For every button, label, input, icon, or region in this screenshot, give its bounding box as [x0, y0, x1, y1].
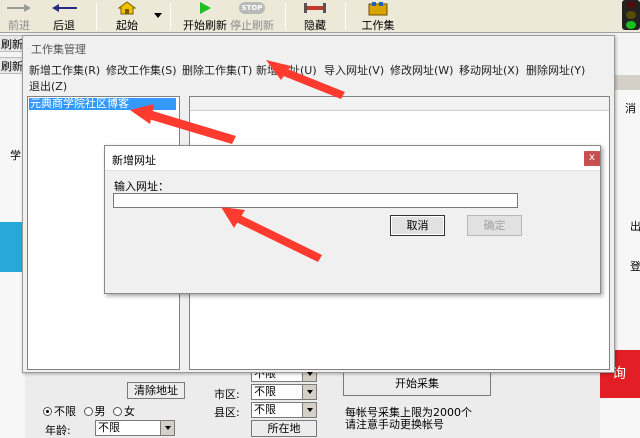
workset-label: 工作集 [361, 19, 395, 32]
workset-button[interactable]: 工作集 [360, 0, 396, 33]
hide-label: 隐藏 [304, 19, 326, 32]
main-toolbar: 前进 后退 起始 开始刷新 STOP 停止刷新 隐藏 工作集 [0, 0, 640, 33]
back-label: 前进 [8, 19, 30, 32]
forward-label: 后退 [53, 19, 75, 32]
chevron-down-icon [307, 372, 313, 376]
forward-button[interactable]: 后退 [48, 0, 80, 33]
gender-female-radio[interactable] [113, 407, 122, 416]
gender-male-label: 男 [94, 405, 106, 418]
county-label: 县区: [214, 406, 240, 419]
dialog-titlebar: 新增网址 x [105, 146, 600, 171]
location-button[interactable]: 所在地 [251, 420, 317, 437]
age-select[interactable]: 不限 [95, 420, 175, 436]
menu-delete-workset[interactable]: 删除工作集(T) [182, 62, 252, 78]
age-label: 年龄: [45, 424, 71, 437]
url-input[interactable] [113, 193, 518, 208]
chevron-down-icon [307, 390, 313, 394]
toolbar-separator [345, 3, 346, 30]
gender-male-radio[interactable] [83, 407, 93, 416]
menu-move-url[interactable]: 移动网址(X) [459, 62, 519, 78]
stop-refresh-button[interactable]: STOP 停止刷新 [230, 0, 274, 33]
menu-import-url[interactable]: 导入网址(V) [324, 62, 384, 78]
gender-any-radio[interactable] [43, 407, 52, 416]
list-header [190, 97, 609, 111]
home-dropdown-icon[interactable] [154, 13, 162, 18]
menu-delete-url[interactable]: 删除网址(Y) [526, 62, 585, 78]
toolbar-separator [96, 3, 97, 30]
city-label: 市区: [214, 388, 240, 401]
back-button[interactable]: 前进 [3, 0, 35, 33]
side-text: 消 [625, 102, 636, 115]
county-select[interactable]: 不限 [251, 402, 317, 418]
toolbar-separator [170, 3, 171, 30]
add-url-dialog: 新增网址 x 输入网址： 取消 确定 [104, 145, 601, 294]
collect-note: 请注意手动更换帐号 [345, 418, 444, 431]
url-input-label: 输入网址： [114, 180, 169, 193]
cancel-button[interactable]: 取消 [390, 215, 445, 236]
chevron-down-icon [165, 426, 171, 430]
close-button[interactable]: x [584, 151, 600, 166]
traffic-light-icon [622, 0, 640, 30]
side-text: 学 [10, 149, 21, 162]
arrow-left-icon [48, 0, 80, 16]
gender-female-label: 女 [124, 405, 135, 418]
play-icon [183, 0, 227, 16]
hide-button[interactable]: 隐藏 [300, 0, 330, 33]
side-text: 出 [630, 220, 640, 233]
gender-any-label: 不限 [54, 405, 76, 418]
side-text: 登 [630, 260, 640, 273]
menu-edit-url[interactable]: 修改网址(W) [390, 62, 453, 78]
start-collect-button[interactable]: 开始采集 [343, 372, 491, 396]
window-title: 工作集管理 [31, 43, 86, 56]
start-refresh-button[interactable]: 开始刷新 [183, 0, 227, 33]
home-icon [112, 0, 142, 16]
chevron-down-icon [307, 408, 313, 412]
dialog-title: 新增网址 [112, 154, 156, 167]
menu-add-url[interactable]: 新增网址(U) [256, 62, 317, 78]
home-button[interactable]: 起始 [112, 0, 142, 33]
start-refresh-label: 开始刷新 [183, 19, 227, 32]
menu-exit[interactable]: 退出(Z) [29, 78, 67, 94]
gender-options: 不限 男 女 [43, 403, 135, 419]
workset-icon [360, 0, 396, 16]
menu-edit-workset[interactable]: 修改工作集(S) [106, 62, 177, 78]
clear-address-button[interactable]: 清除地址 [127, 382, 185, 399]
stop-refresh-label: 停止刷新 [230, 19, 274, 32]
stop-icon: STOP [230, 0, 274, 16]
menu-new-workset[interactable]: 新增工作集(R) [29, 62, 100, 78]
arrow-right-icon [3, 0, 35, 16]
toolbar-separator [285, 3, 286, 30]
home-label: 起始 [116, 19, 138, 32]
city-select[interactable]: 不限 [251, 384, 317, 400]
list-item[interactable]: 元典商学院社区博客 [29, 98, 176, 110]
hide-icon [300, 0, 330, 16]
ok-button[interactable]: 确定 [467, 215, 522, 236]
